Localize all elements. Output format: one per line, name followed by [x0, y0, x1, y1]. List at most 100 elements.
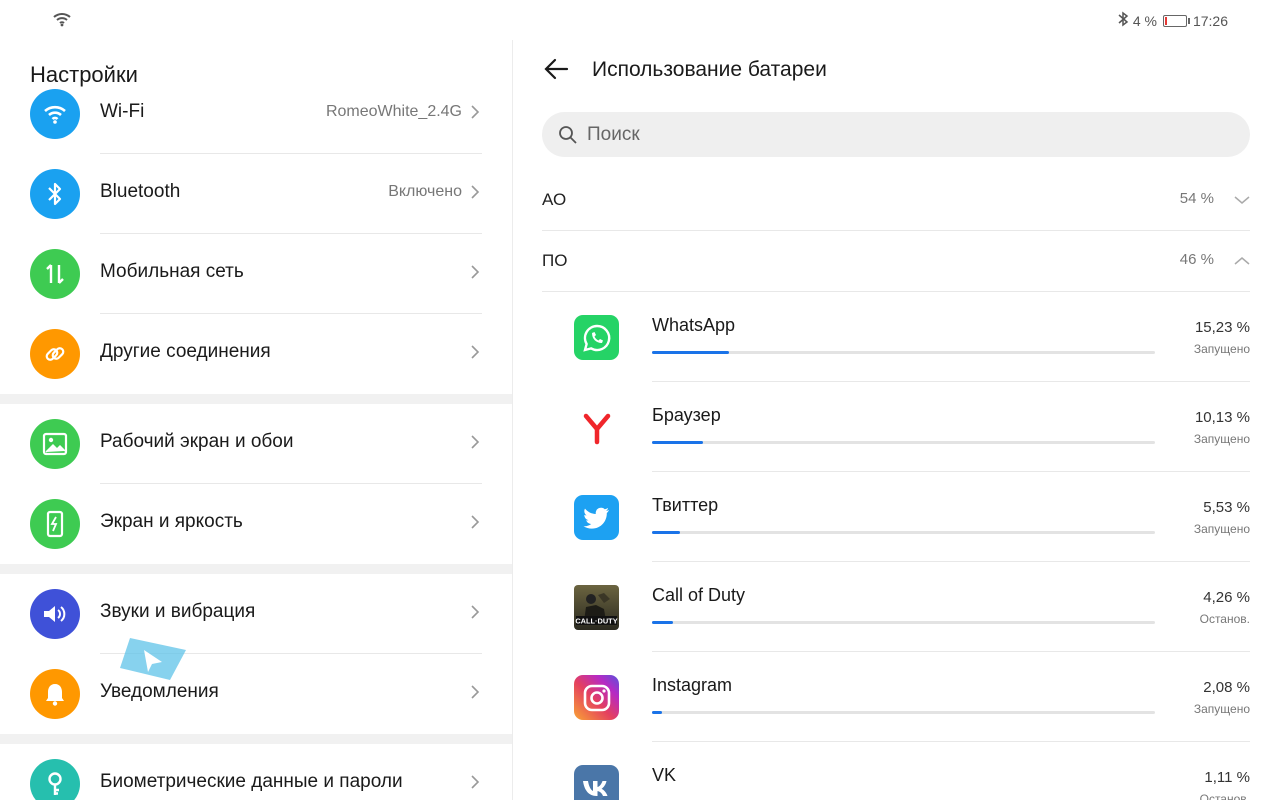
vk-icon	[574, 765, 619, 800]
settings-item-other-connections[interactable]: Другие соединения	[0, 314, 512, 394]
settings-item-label: Мобильная сеть	[100, 261, 244, 282]
bell-icon	[30, 669, 80, 719]
app-status: Запущено	[1193, 432, 1250, 446]
yandex-browser-icon	[574, 405, 619, 450]
app-name: VK	[652, 765, 677, 785]
instagram-icon	[574, 675, 619, 720]
settings-item-wifi[interactable]: Wi-Fi RomeoWhite_2.4G	[0, 74, 512, 154]
call-of-duty-icon: CALL·DUTY	[574, 585, 619, 630]
chevron-down-icon	[1234, 192, 1250, 210]
app-row-browser[interactable]: Браузер 10,13 % Запущено	[513, 382, 1280, 472]
settings-item-label: Wi-Fi	[100, 101, 145, 122]
svg-text:CALL·DUTY: CALL·DUTY	[575, 616, 617, 625]
usage-bar	[652, 441, 1155, 444]
usage-bar	[652, 531, 1155, 534]
chevron-right-icon	[470, 514, 480, 535]
whatsapp-icon	[574, 315, 619, 360]
settings-item-mobile-network[interactable]: Мобильная сеть	[0, 234, 512, 314]
settings-item-value: RomeoWhite_2.4G	[325, 103, 462, 120]
app-name: Instagram	[652, 675, 733, 695]
app-row-whatsapp[interactable]: WhatsApp 15,23 % Запущено	[513, 292, 1280, 382]
chevron-right-icon	[470, 774, 480, 795]
settings-item-label: Рабочий экран и обои	[100, 431, 294, 452]
battery-icon	[1162, 14, 1190, 27]
settings-item-label: Другие соединения	[100, 341, 271, 362]
search-input[interactable]: Поиск	[542, 112, 1250, 157]
group-percent: 46 %	[1179, 251, 1214, 268]
app-status: Останов.	[1199, 792, 1250, 800]
twitter-icon	[574, 495, 619, 540]
chevron-right-icon	[470, 104, 480, 125]
chevron-up-icon	[1234, 253, 1250, 271]
app-percent: 4,26 %	[1203, 589, 1250, 606]
app-status: Запущено	[1193, 702, 1250, 716]
settings-panel: Настройки Wi-Fi RomeoWhite_2.4G Bluetoot…	[0, 40, 512, 800]
speaker-icon	[30, 589, 80, 639]
app-status: Останов.	[1199, 612, 1250, 626]
chevron-right-icon	[470, 264, 480, 285]
app-percent: 2,08 %	[1203, 679, 1250, 696]
settings-item-home-screen[interactable]: Рабочий экран и обои	[0, 404, 512, 484]
settings-item-label: Биометрические данные и пароли	[100, 771, 403, 792]
usage-bar-fill	[652, 441, 703, 444]
app-percent: 5,53 %	[1203, 499, 1250, 516]
section-gap	[0, 734, 512, 744]
wifi-icon	[30, 89, 80, 139]
settings-item-biometrics[interactable]: Биометрические данные и пароли	[0, 744, 512, 800]
settings-item-sounds[interactable]: Звуки и вибрация	[0, 574, 512, 654]
app-status: Запущено	[1193, 522, 1250, 536]
usage-bar	[652, 351, 1155, 354]
app-percent: 15,23 %	[1194, 319, 1250, 336]
chevron-right-icon	[470, 344, 480, 365]
status-bar: 4 % 17:26	[0, 0, 1280, 40]
settings-item-notifications[interactable]: Уведомления	[0, 654, 512, 734]
bluetooth-icon	[30, 169, 80, 219]
wifi-status-icon	[52, 11, 72, 32]
app-row-call-of-duty[interactable]: CALL·DUTY Call of Duty 4,26 % Останов.	[513, 562, 1280, 652]
clock: 17:26	[1192, 12, 1228, 29]
section-gap	[0, 564, 512, 574]
chevron-right-icon	[470, 434, 480, 455]
app-name: WhatsApp	[652, 315, 736, 335]
group-software[interactable]: ПО 46 %	[542, 231, 1250, 292]
chevron-right-icon	[470, 684, 480, 705]
usage-bar-fill	[652, 531, 680, 534]
usage-bar	[652, 621, 1155, 624]
settings-item-value: Включено	[388, 183, 462, 200]
chevron-right-icon	[470, 604, 480, 625]
app-row-instagram[interactable]: Instagram 2,08 % Запущено	[513, 652, 1280, 742]
app-percent: 10,13 %	[1194, 409, 1250, 426]
group-label: АО	[542, 190, 567, 209]
app-name: Браузер	[652, 405, 721, 425]
page-title: Использование батареи	[592, 58, 827, 81]
app-name: Твиттер	[652, 495, 719, 515]
search-placeholder: Поиск	[587, 124, 640, 145]
settings-item-label: Bluetooth	[100, 181, 181, 202]
group-label: ПО	[542, 251, 568, 270]
image-icon	[30, 419, 80, 469]
key-icon	[30, 759, 80, 800]
mobile-data-icon	[30, 249, 80, 299]
watermark-logo	[100, 630, 190, 695]
search-icon	[558, 125, 578, 150]
app-row-twitter[interactable]: Твиттер 5,53 % Запущено	[513, 472, 1280, 562]
battery-percent: 4 %	[1132, 12, 1157, 29]
bluetooth-status-icon	[1117, 11, 1129, 30]
back-arrow-icon[interactable]	[543, 56, 569, 87]
settings-item-bluetooth[interactable]: Bluetooth Включено	[0, 154, 512, 234]
usage-bar	[652, 711, 1155, 714]
phone-brightness-icon	[30, 499, 80, 549]
link-icon	[30, 329, 80, 379]
usage-bar-fill	[652, 351, 729, 354]
settings-item-display[interactable]: Экран и яркость	[0, 484, 512, 564]
app-row-vk[interactable]: VK 1,11 % Останов.	[513, 742, 1280, 800]
app-name: Call of Duty	[652, 585, 746, 605]
group-percent: 54 %	[1179, 190, 1214, 207]
app-status: Запущено	[1193, 342, 1250, 356]
chevron-right-icon	[470, 184, 480, 205]
app-percent: 1,11 %	[1204, 769, 1250, 786]
battery-usage-panel: Использование батареи Поиск АО 54 % ПО 4…	[513, 40, 1280, 800]
section-gap	[0, 394, 512, 404]
settings-item-label: Экран и яркость	[100, 511, 243, 532]
group-hardware[interactable]: АО 54 %	[542, 170, 1250, 231]
